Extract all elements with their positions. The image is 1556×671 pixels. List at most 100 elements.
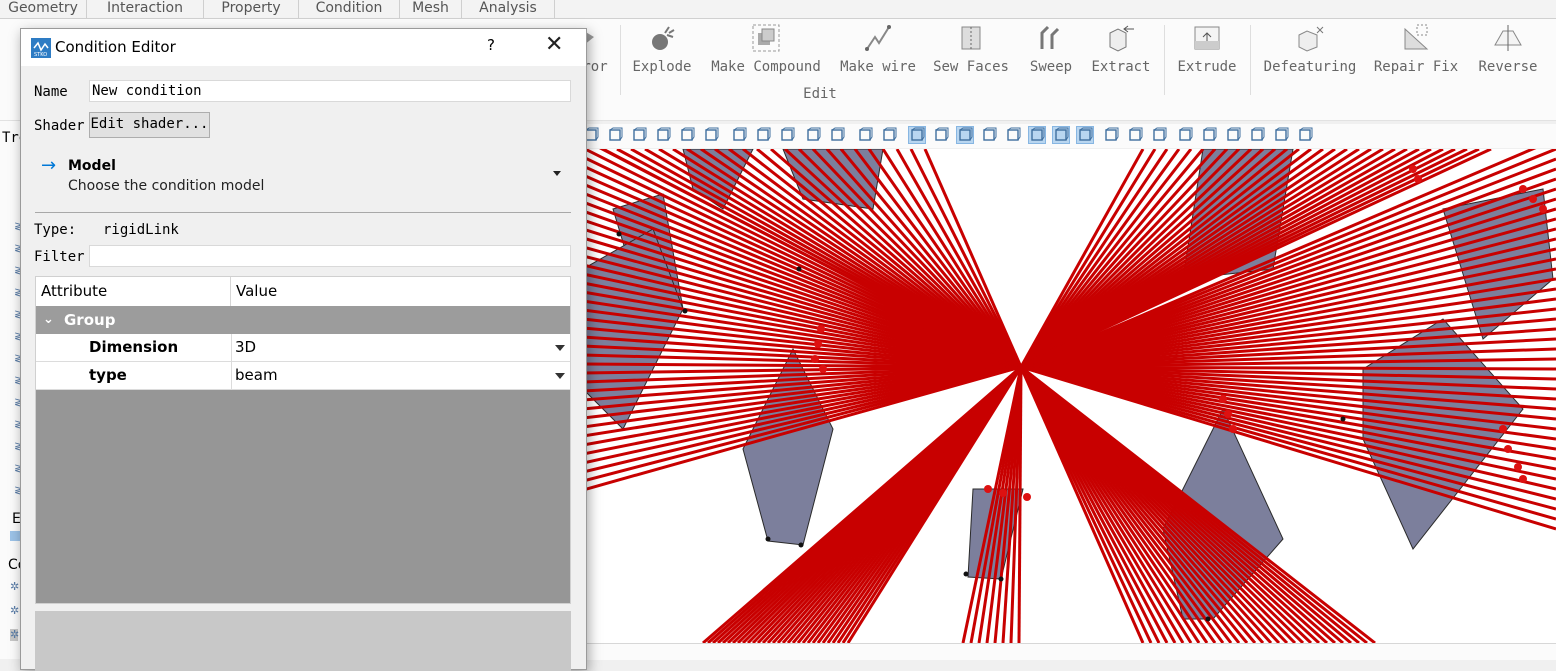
view-tool-icon[interactable] [631,127,647,143]
make-compound-icon [752,24,780,52]
node-point[interactable] [1205,616,1211,622]
view-tool-icon[interactable] [1225,127,1241,143]
node-point[interactable] [682,308,688,314]
view-tool-icon[interactable] [1177,127,1193,143]
view-tool-icon[interactable] [933,127,949,143]
view-tool-icon[interactable] [1127,127,1143,143]
node-point[interactable] [1414,175,1422,183]
view-tool-icon[interactable] [1103,127,1119,143]
shader-label: Shader [34,118,85,134]
view-tool-icon[interactable] [1201,127,1217,143]
node-point[interactable] [1519,475,1527,483]
view-tool-icon[interactable] [857,127,873,143]
node-point[interactable] [796,266,802,272]
filter-input[interactable] [89,245,571,267]
view-tool-icon[interactable] [731,127,747,143]
node-point[interactable] [798,542,804,548]
attribute-table: Attribute Value ⌄ Group Dimension 3D typ… [35,276,571,604]
svg-text:STKO: STKO [34,52,47,58]
node-point[interactable] [1539,205,1547,213]
dropdown-arrow-icon[interactable] [555,373,565,379]
node-point[interactable] [1409,165,1417,173]
table-row[interactable]: Dimension 3D [36,334,570,362]
help-button[interactable]: ? [487,36,495,54]
tab-analysis[interactable]: Analysis [462,0,555,18]
node-point[interactable] [1514,463,1522,471]
ribbon-group-label: Edit [803,86,837,102]
view-tool-icon[interactable] [981,127,997,143]
node-point[interactable] [817,325,825,333]
value-dropdown[interactable]: beam [231,362,571,389]
view-tool-icon[interactable] [1076,126,1094,144]
rigid-link-line [1017,366,1023,643]
view-tool-icon[interactable] [881,127,897,143]
sweep-icon [1040,25,1060,49]
view-tool-icon[interactable] [908,126,926,144]
node-point[interactable] [984,485,992,493]
sweep-button[interactable]: Sweep [1026,19,1076,89]
node-point[interactable] [1529,195,1537,203]
view-tool-icon[interactable] [805,127,821,143]
node-point[interactable] [1229,425,1237,433]
node-point[interactable] [765,536,771,542]
table-row[interactable]: type beam [36,362,570,390]
reverse-button[interactable]: Reverse [1474,19,1542,89]
model-section[interactable]: → Model Choose the condition model [35,149,571,213]
view-tool-icon[interactable] [655,127,671,143]
node-point[interactable] [814,340,822,348]
name-input[interactable]: New condition [89,80,571,102]
view-tool-icon[interactable] [679,127,695,143]
3d-viewport[interactable] [583,149,1556,643]
view-tool-icon[interactable] [1297,127,1313,143]
node-point[interactable] [811,355,819,363]
tab-condition[interactable]: Condition [299,0,400,18]
node-point[interactable] [1504,445,1512,453]
view-tool-icon[interactable] [1273,127,1289,143]
repair-fix-button[interactable]: Repair Fix [1370,19,1462,89]
close-icon[interactable]: ✕ [545,32,563,57]
view-tool-icon[interactable] [956,126,974,144]
chevron-down-icon[interactable] [553,171,561,176]
node-point[interactable] [1224,410,1232,418]
tab-geometry[interactable]: Geometry [0,0,87,18]
view-tool-icon[interactable] [1005,127,1021,143]
node-point[interactable] [1499,425,1507,433]
view-tool-icon[interactable] [755,127,771,143]
explode-button[interactable]: Explode [630,19,694,89]
tab-interaction[interactable]: Interaction [87,0,204,18]
node-point[interactable] [819,365,827,373]
value-dropdown[interactable]: 3D [231,334,571,361]
make-compound-button[interactable]: Make Compound [710,19,822,89]
view-tool-icon[interactable] [703,127,719,143]
make-wire-button[interactable]: Make wire [836,19,920,89]
view-tool-icon[interactable] [1151,127,1167,143]
extract-button[interactable]: Extract [1090,19,1152,89]
group-label: Group [64,311,116,329]
view-tool-icon[interactable] [779,127,795,143]
edit-shader-button[interactable]: Edit shader... [89,112,210,138]
group-row[interactable]: ⌄ Group [36,306,570,334]
node-point[interactable] [616,231,622,237]
chevron-down-icon[interactable]: ⌄ [43,306,54,334]
node-point[interactable] [963,571,969,577]
view-tool-icon[interactable] [1028,126,1046,144]
node-point[interactable] [1340,416,1346,422]
node-point[interactable] [1023,493,1031,501]
dropdown-arrow-icon[interactable] [555,345,565,351]
tab-property[interactable]: Property [204,0,299,18]
node-point[interactable] [999,489,1007,497]
view-tool-icon[interactable] [1249,127,1265,143]
tab-mesh[interactable]: Mesh [400,0,462,18]
view-tool-icon[interactable] [607,127,623,143]
extrude-button[interactable]: Extrude [1174,19,1240,89]
column-header-value[interactable]: Value [231,277,570,306]
condition-editor-dialog: STKO Condition Editor ? ✕ Name New condi… [20,28,587,671]
defeaturing-button[interactable]: Defeaturing [1260,19,1360,89]
column-header-attribute[interactable]: Attribute [36,277,231,306]
node-point[interactable] [1519,185,1527,193]
node-point[interactable] [1219,395,1227,403]
view-tool-icon[interactable] [829,127,845,143]
node-point[interactable] [998,576,1004,582]
view-tool-icon[interactable] [1052,126,1070,144]
sew-faces-button[interactable]: Sew Faces [932,19,1010,89]
